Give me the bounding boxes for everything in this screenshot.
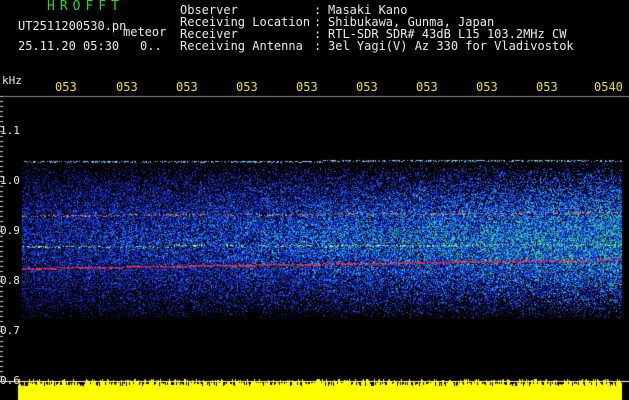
y-tick-label: 0.8: [0, 274, 20, 287]
y-tick-label: 0.9: [0, 224, 20, 237]
meteor-label: meteor: [123, 25, 167, 39]
y-axis-unit: kHz: [2, 74, 22, 87]
x-tick-label: 053: [296, 80, 318, 94]
info-label-antenna: Receiving Antenna: [180, 39, 303, 53]
x-tick-label: 053: [55, 80, 77, 94]
x-tick-label: 053: [476, 80, 498, 94]
y-tick-label: 1.0: [0, 174, 20, 187]
x-tick-label: 0540: [594, 80, 623, 94]
x-tick-label: 053: [356, 80, 378, 94]
x-tick-label: 053: [176, 80, 198, 94]
meteor-counter: 0..: [140, 39, 162, 53]
app-title: HROFFT: [47, 0, 124, 14]
spectrogram-canvas: [0, 0, 629, 400]
x-tick-label: 053: [236, 80, 258, 94]
info-value-antenna: 3el Yagi(V) Az 330 for Vladivostok: [328, 39, 574, 53]
capture-datetime: 25.11.20 05:30: [18, 39, 120, 53]
y-tick-label: 0.6: [0, 374, 20, 387]
x-tick-label: 053: [416, 80, 438, 94]
file-name: UT2511200530.pn: [18, 19, 127, 33]
info-colon: :: [314, 39, 322, 53]
y-tick-label: 1.1: [0, 124, 20, 137]
x-tick-label: 053: [116, 80, 138, 94]
y-tick-label: 0.7: [0, 324, 20, 337]
x-tick-label: 053: [536, 80, 558, 94]
